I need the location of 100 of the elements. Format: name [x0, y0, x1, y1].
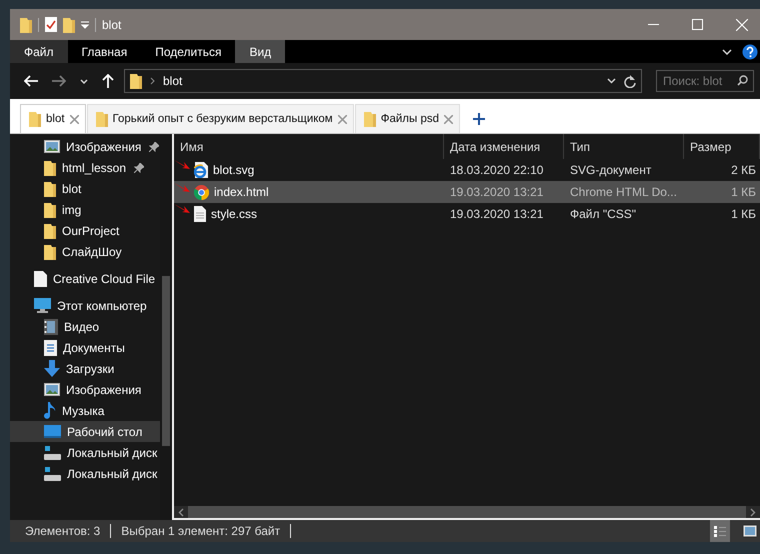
nav-label: OurProject	[62, 224, 120, 238]
file-row[interactable]: blot.svg 18.03.2020 22:10 SVG-документ 2 КБ	[174, 159, 760, 181]
folder-tab[interactable]: Горький опыт с безруким верстальщиком	[86, 104, 354, 133]
folder-icon	[63, 16, 75, 32]
nav-label: Изображения	[66, 140, 142, 154]
column-header[interactable]: Тип	[564, 134, 684, 159]
nav-item[interactable]: СлайдШоу	[10, 241, 160, 262]
browser-icon	[194, 184, 209, 200]
nav-item[interactable]: Изображения	[10, 136, 160, 157]
document-icon	[34, 270, 47, 286]
properties-icon[interactable]	[45, 17, 57, 32]
text-file-icon	[194, 206, 206, 222]
ribbon-tab[interactable]: Поделиться	[141, 40, 236, 63]
dropdown-icon[interactable]	[81, 20, 89, 28]
close-icon[interactable]	[70, 114, 79, 124]
date-cell-text: 19.03.2020 13:21	[449, 185, 544, 199]
nav-item[interactable]: Документы	[10, 337, 160, 358]
size-cell-text: 1 КБ	[730, 207, 757, 221]
close-icon[interactable]	[338, 114, 347, 124]
window-title: blot	[102, 18, 122, 32]
nav-item[interactable]: Локальный диск	[10, 463, 160, 484]
back-arrow-icon[interactable]	[24, 75, 38, 87]
folder-icon	[44, 202, 56, 218]
film-icon	[44, 318, 58, 334]
chevron-right-icon	[150, 77, 155, 85]
desktop-icon	[44, 425, 61, 438]
column-header[interactable]: Размер	[684, 134, 760, 159]
nav-item[interactable]: Изображения	[10, 379, 160, 400]
drive-icon	[44, 446, 61, 460]
nav-item[interactable]: Creative Cloud File	[10, 268, 160, 289]
file-name: style.css	[211, 207, 258, 221]
nav-item[interactable]: Музыка	[10, 400, 160, 421]
picture-icon	[44, 140, 60, 153]
nav-label: Документы	[63, 340, 125, 354]
chevron-left-icon[interactable]	[178, 508, 184, 516]
nav-label: Этот компьютер	[57, 298, 147, 312]
breadcrumb[interactable]: blot	[163, 74, 182, 88]
size-cell-text: 2 КБ	[730, 163, 757, 177]
chevron-down-icon[interactable]	[80, 78, 88, 84]
nav-label: Локальный диск	[67, 466, 158, 480]
nav-label: Creative Cloud File	[53, 272, 156, 286]
folder-tab[interactable]: blot	[20, 104, 86, 133]
nav-item[interactable]: Загрузки	[10, 358, 160, 379]
maximize-icon[interactable]	[692, 19, 703, 30]
plus-icon[interactable]	[473, 113, 485, 125]
nav-item[interactable]: Видео	[10, 316, 160, 337]
document-icon	[44, 340, 57, 356]
nav-label: Видео	[64, 320, 100, 334]
help-icon[interactable]	[742, 44, 758, 60]
nav-item[interactable]: Этот компьютер	[10, 295, 160, 316]
chevron-right-icon[interactable]	[750, 508, 756, 516]
folder-icon	[44, 160, 56, 176]
nav-item[interactable]: Рабочий стол	[10, 421, 160, 442]
folder-icon	[44, 180, 56, 196]
annotation-arrow-icon	[174, 202, 190, 214]
ribbon-tab[interactable]: Файл	[10, 40, 68, 63]
file-name: blot.svg	[213, 163, 254, 177]
nav-item[interactable]: blot	[10, 178, 160, 199]
ribbon-tab[interactable]: Вид	[235, 40, 286, 63]
picture-icon	[44, 383, 60, 396]
nav-item[interactable]: img	[10, 199, 160, 220]
nav-item[interactable]: OurProject	[10, 220, 160, 241]
search-field[interactable]: Поиск: blot	[656, 70, 754, 92]
file-row[interactable]: style.css 19.03.2020 13:21 Файл "CSS" 1 КБ	[174, 203, 760, 225]
close-icon[interactable]	[444, 114, 453, 124]
ribbon-tab[interactable]: Главная	[68, 40, 142, 63]
size-cell-text: 1 КБ	[730, 185, 757, 199]
refresh-icon[interactable]	[624, 74, 636, 88]
download-arrow-icon	[44, 360, 60, 377]
forward-arrow-icon[interactable]	[52, 75, 66, 87]
folder-icon	[130, 73, 142, 89]
chevron-down-icon[interactable]	[607, 78, 616, 84]
details-view-button[interactable]	[710, 520, 730, 542]
folder-icon	[96, 111, 108, 127]
folder-icon	[29, 111, 41, 127]
nav-label: img	[62, 202, 82, 216]
file-row[interactable]: index.html 19.03.2020 13:21 Chrome HTML Do... 1 КБ	[174, 181, 760, 203]
search-icon	[737, 75, 748, 86]
column-header[interactable]: Дата изменения	[444, 134, 564, 159]
nav-label: Локальный диск	[67, 446, 158, 460]
address-bar[interactable]: blot	[124, 69, 642, 93]
type-cell-text: SVG-документ	[569, 163, 652, 177]
nav-item[interactable]: Локальный диск	[10, 442, 160, 463]
tab-label: Горький опыт с безруким верстальщиком	[112, 113, 333, 125]
folder-tab[interactable]: Файлы psd	[354, 104, 460, 133]
tab-label: blot	[46, 113, 65, 125]
scrollbar[interactable]	[174, 506, 760, 520]
column-header[interactable]: Имя	[174, 134, 444, 159]
up-arrow-icon[interactable]	[102, 74, 114, 88]
chevron-down-icon[interactable]	[722, 48, 732, 54]
type-cell-text: Файл "CSS"	[569, 207, 638, 221]
list-icon	[714, 524, 726, 538]
status-text: Выбран 1 элемент: 297 байт	[121, 524, 280, 538]
picture-icon	[743, 525, 757, 537]
drive-icon	[44, 466, 61, 480]
nav-item[interactable]: html_lesson	[10, 157, 160, 178]
annotation-arrow-icon	[174, 180, 190, 192]
nav-label: СлайдШоу	[62, 244, 122, 258]
nav-label: Загрузки	[66, 362, 114, 376]
nav-label: Изображения	[66, 382, 142, 396]
